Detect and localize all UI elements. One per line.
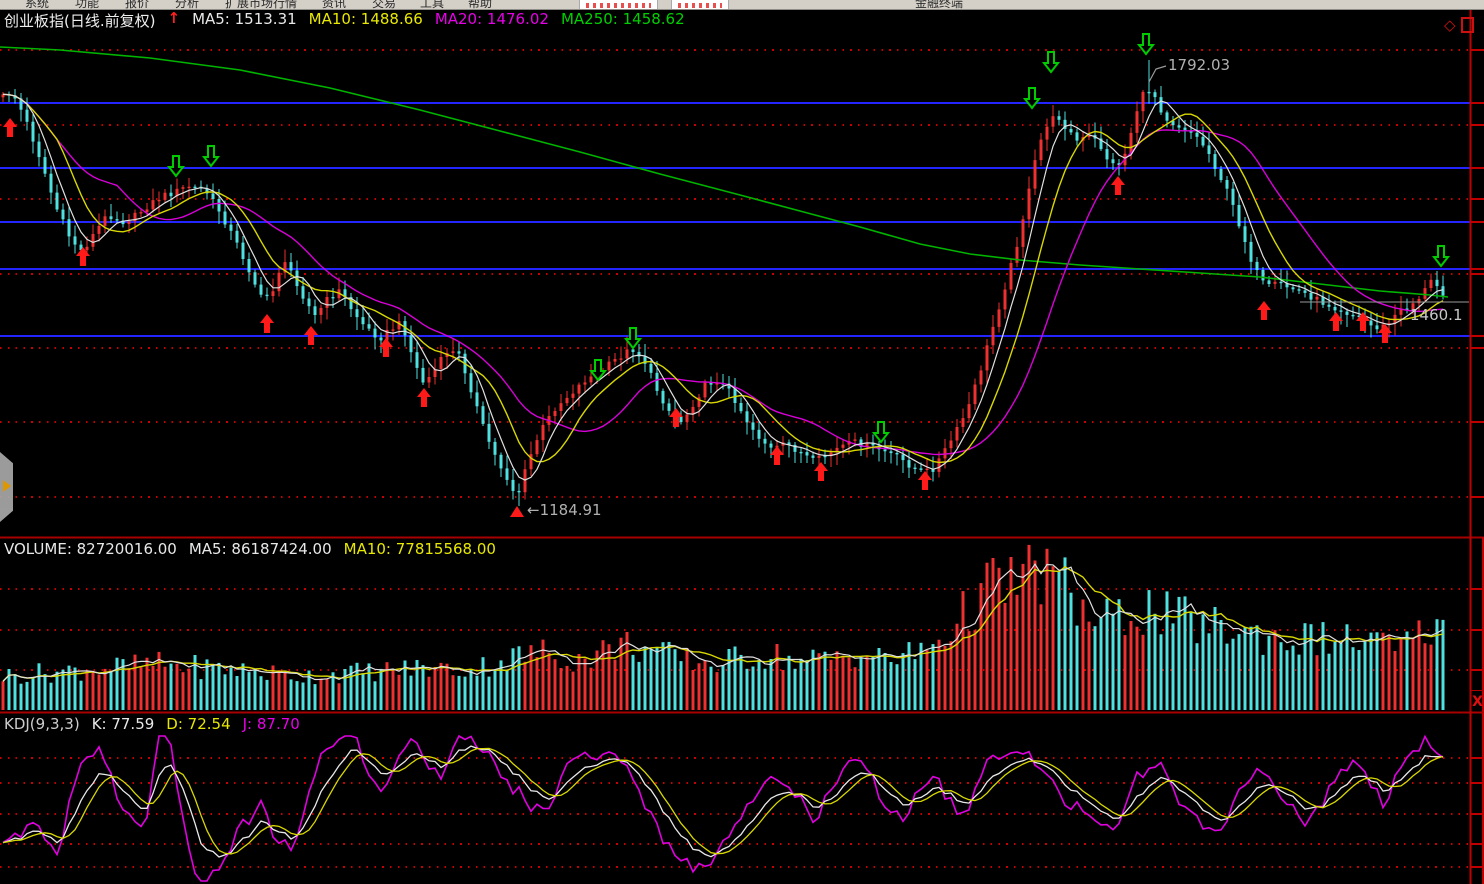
- volume-ma10-label: MA10: 77815568.00: [344, 540, 496, 558]
- new-page-icon[interactable]: [1461, 17, 1474, 33]
- buy-signal-arrow: [260, 314, 274, 333]
- buy-signal-arrow: [417, 388, 431, 407]
- low-price-annotation: ←1184.91: [527, 501, 602, 519]
- symbol-title: 创业板指(日线.前复权): [4, 10, 155, 31]
- last-price-annotation: 1460.1: [1410, 306, 1463, 324]
- ma5-label: MA5: 1513.31: [192, 10, 297, 31]
- buy-signal-arrow: [770, 446, 784, 465]
- volume-header: VOLUME: 82720016.00 MA5: 86187424.00 MA1…: [4, 540, 496, 558]
- chart-toolbar: ◇: [1444, 17, 1474, 33]
- left-panel-handle[interactable]: [0, 452, 13, 522]
- diamond-icon[interactable]: ◇: [1444, 18, 1456, 32]
- buy-signal-arrow: [814, 462, 828, 481]
- close-indicator-button[interactable]: X: [1470, 690, 1484, 713]
- kdj-k-label: K: 77.59: [92, 715, 155, 733]
- sell-signal-arrow: [874, 422, 888, 442]
- buy-signal-arrow: [918, 471, 932, 490]
- high-price-annotation: 1792.03: [1168, 56, 1230, 74]
- sell-signal-arrow: [204, 146, 218, 166]
- trading-app-window: 系统功能报价分析扩展市场行情资讯交易工具帮助金融终端 创业板指(日线.前复权) …: [0, 0, 1484, 884]
- expand-arrow-icon: [3, 480, 11, 492]
- kdj-j-label: J: 87.70: [243, 715, 300, 733]
- sell-signal-arrow: [1044, 52, 1058, 72]
- sell-signal-arrow: [1139, 34, 1153, 54]
- low-point-triangle: [510, 506, 524, 517]
- ma20-label: MA20: 1476.02: [435, 10, 549, 31]
- volume-label: VOLUME: 82720016.00: [4, 540, 177, 558]
- buy-signal-arrow: [1378, 324, 1392, 343]
- chart-canvas[interactable]: [0, 0, 1484, 884]
- sell-signal-arrow: [169, 156, 183, 176]
- kdj-d-label: D: 72.54: [166, 715, 230, 733]
- volume-ma5-label: MA5: 86187424.00: [189, 540, 332, 558]
- sell-signal-arrow: [1434, 246, 1448, 266]
- sell-signal-arrow: [626, 328, 640, 348]
- sell-signal-arrow: [1025, 88, 1039, 108]
- buy-signal-arrow: [1356, 312, 1370, 331]
- up-arrow-icon: ↑: [167, 9, 180, 30]
- ma250-label: MA250: 1458.62: [561, 10, 685, 31]
- buy-signal-arrow: [3, 118, 17, 137]
- kdj-title: KDJ(9,3,3): [4, 715, 80, 733]
- kdj-header: KDJ(9,3,3) K: 77.59 D: 72.54 J: 87.70: [4, 715, 300, 733]
- buy-signal-arrow: [1257, 301, 1271, 320]
- ma10-label: MA10: 1488.66: [309, 10, 423, 31]
- main-chart-header: 创业板指(日线.前复权) ↑ MA5: 1513.31 MA10: 1488.6…: [4, 10, 685, 31]
- buy-signal-arrow: [1111, 176, 1125, 195]
